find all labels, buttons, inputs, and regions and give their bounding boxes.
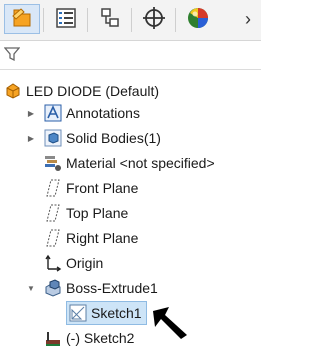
plane-icon bbox=[44, 179, 62, 197]
chevron-down-icon: ▼ bbox=[27, 283, 35, 293]
plane-icon bbox=[44, 229, 62, 247]
tree-item-label: Boss-Extrude1 bbox=[66, 280, 158, 296]
configuration-manager-tab[interactable] bbox=[92, 4, 128, 34]
tree-item-label: Sketch1 bbox=[91, 305, 142, 321]
tree-item-solid-bodies[interactable]: Solid Bodies(1) bbox=[44, 126, 161, 150]
more-tabs-button[interactable]: › bbox=[238, 4, 258, 34]
feature-manager-tab[interactable] bbox=[4, 4, 40, 34]
mouse-pointer-icon bbox=[151, 305, 193, 344]
configuration-manager-icon bbox=[99, 7, 121, 32]
property-manager-tab[interactable] bbox=[48, 4, 84, 34]
tree-item-boss-extrude1[interactable]: Boss-Extrude1 bbox=[44, 276, 158, 300]
tree-item-label: Top Plane bbox=[66, 205, 129, 221]
feature-manager-icon bbox=[10, 6, 34, 33]
tree-item-material[interactable]: Material <not specified> bbox=[44, 151, 215, 175]
tree-item-sketch1[interactable]: Sketch1 bbox=[66, 301, 147, 325]
dimxpert-manager-tab[interactable] bbox=[136, 4, 172, 34]
tree-item-label: Origin bbox=[66, 255, 104, 271]
material-icon bbox=[44, 154, 62, 172]
tree-item-top-plane[interactable]: Top Plane bbox=[44, 201, 128, 225]
dimxpert-manager-icon bbox=[142, 6, 166, 33]
tree-item-origin[interactable]: Origin bbox=[44, 251, 103, 275]
chevron-right-icon: › bbox=[245, 8, 251, 29]
tree-item-label: Right Plane bbox=[66, 230, 139, 246]
part-icon bbox=[4, 82, 22, 100]
tree-item-label: Annotations bbox=[66, 105, 140, 121]
filter-icon[interactable] bbox=[3, 46, 21, 65]
tree-root-label: LED DIODE (Default) bbox=[26, 83, 160, 99]
expand-solid-bodies-toggle[interactable]: ▶ bbox=[26, 133, 36, 143]
tree-item-label: Front Plane bbox=[66, 180, 139, 196]
tree-item-label: Solid Bodies(1) bbox=[66, 130, 161, 146]
boss-extrude-icon bbox=[44, 279, 62, 297]
annotations-icon bbox=[44, 104, 62, 122]
tree-item-label: Material <not specified> bbox=[66, 155, 215, 171]
manager-toolbar: › bbox=[0, 0, 261, 41]
tree-item-sketch2[interactable]: (-) Sketch2 bbox=[44, 326, 134, 350]
property-manager-icon bbox=[55, 7, 77, 32]
tree-item-label: (-) Sketch2 bbox=[66, 330, 135, 346]
origin-icon bbox=[44, 254, 62, 272]
tree-item-right-plane[interactable]: Right Plane bbox=[44, 226, 138, 250]
display-manager-icon bbox=[186, 6, 210, 33]
tree-root-part[interactable]: LED DIODE (Default) bbox=[4, 79, 159, 103]
sketch-icon bbox=[44, 329, 62, 347]
collapse-boss-extrude-toggle[interactable]: ▼ bbox=[26, 283, 36, 293]
display-manager-tab[interactable] bbox=[180, 4, 216, 34]
tree-item-front-plane[interactable]: Front Plane bbox=[44, 176, 138, 200]
plane-icon bbox=[44, 204, 62, 222]
expand-annotations-toggle[interactable]: ▶ bbox=[26, 108, 36, 118]
sketch-icon bbox=[69, 304, 87, 322]
filter-bar bbox=[0, 41, 261, 70]
chevron-right-icon: ▶ bbox=[27, 108, 35, 118]
tree-item-annotations[interactable]: Annotations bbox=[44, 101, 140, 125]
chevron-right-icon: ▶ bbox=[27, 133, 35, 143]
solid-bodies-icon bbox=[44, 129, 62, 147]
